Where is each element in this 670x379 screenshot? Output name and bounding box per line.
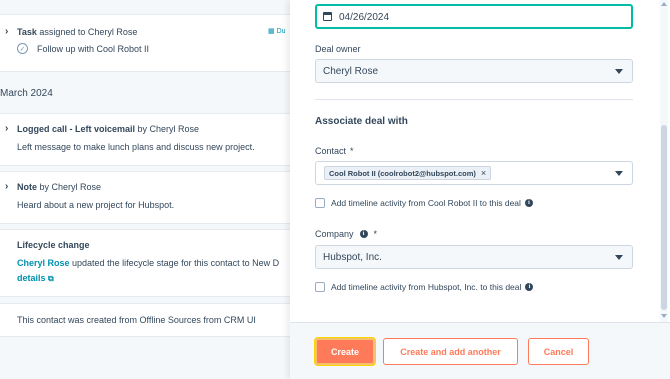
task-card[interactable]: › Task assigned to Cheryl Rose ✓ Follow … (0, 14, 300, 72)
chevron-down-icon (615, 69, 623, 74)
lifecycle-body: updated the lifecycle stage for this con… (69, 258, 280, 268)
panel-scrollbar[interactable] (660, 0, 668, 322)
activity-timeline: › Task assigned to Cheryl Rose ✓ Follow … (0, 0, 300, 379)
panel-form: 04/26/2024 Deal owner Cheryl Rose Associ… (290, 0, 660, 322)
month-header: March 2024 (0, 88, 53, 99)
cancel-button[interactable]: Cancel (528, 338, 589, 365)
lifecycle-card: Lifecycle change Cheryl Rose updated the… (0, 229, 300, 297)
scroll-thumb[interactable] (661, 125, 667, 310)
call-body: Left message to make lunch plans and dis… (17, 142, 255, 152)
call-author: by Cheryl Rose (135, 124, 200, 134)
external-link-icon[interactable]: ⧉ (48, 274, 54, 283)
lifecycle-title: Lifecycle change (17, 240, 90, 250)
task-assignee: assigned to Cheryl Rose (36, 27, 138, 37)
info-icon[interactable]: i (525, 283, 534, 291)
created-card: This contact was created from Offline So… (0, 303, 300, 337)
chevron-right-icon[interactable]: › (5, 123, 8, 134)
info-icon[interactable]: i (524, 199, 533, 207)
divider (315, 99, 633, 100)
company-activity-option[interactable]: Add timeline activity from Hubspot, Inc.… (315, 282, 534, 292)
owner-link[interactable]: Cheryl Rose (17, 258, 70, 268)
task-complete-icon[interactable]: ✓ (17, 43, 28, 54)
panel-footer: Create Create and add another Cancel (290, 322, 670, 379)
remove-icon[interactable]: × (481, 168, 486, 178)
company-label: Company i * (315, 229, 378, 239)
note-title: Note (17, 182, 37, 192)
call-card[interactable]: › Logged call - Left voicemail by Cheryl… (0, 113, 300, 166)
chevron-down-icon (615, 171, 623, 176)
note-card[interactable]: › Note by Cheryl Rose Heard about a new … (0, 171, 300, 224)
chevron-right-icon[interactable]: › (5, 26, 8, 37)
create-and-add-another-button[interactable]: Create and add another (383, 338, 518, 365)
deal-owner-label: Deal owner (315, 44, 361, 54)
create-deal-panel: 04/26/2024 Deal owner Cheryl Rose Associ… (290, 0, 670, 379)
scroll-up-icon[interactable] (661, 2, 667, 6)
task-due-date: ▦ Du (268, 28, 286, 35)
close-date-input[interactable]: 04/26/2024 (315, 4, 633, 29)
info-icon[interactable]: i (359, 230, 368, 238)
company-select[interactable]: Hubspot, Inc. (315, 245, 633, 269)
contact-tag: Cool Robot II (coolrobot2@hubspot.com) × (324, 166, 492, 180)
scroll-down-icon[interactable] (661, 314, 667, 318)
chevron-down-icon (615, 255, 623, 260)
details-link[interactable]: details (17, 273, 46, 283)
chevron-right-icon[interactable]: › (5, 181, 8, 192)
deal-owner-select[interactable]: Cheryl Rose (315, 59, 633, 83)
note-body: Heard about a new project for Hubspot. (17, 200, 175, 210)
contact-activity-option[interactable]: Add timeline activity from Cool Robot II… (315, 198, 533, 208)
create-button[interactable]: Create (315, 338, 375, 365)
contact-label: Contact * (315, 146, 354, 156)
associate-section-title: Associate deal with (315, 116, 408, 127)
note-author: by Cheryl Rose (37, 182, 102, 192)
contact-select[interactable]: Cool Robot II (coolrobot2@hubspot.com) × (315, 161, 633, 185)
call-title: Logged call - Left voicemail (17, 124, 136, 134)
calendar-icon (323, 12, 332, 21)
created-text: This contact was created from Offline So… (17, 315, 256, 325)
task-subject: Follow up with Cool Robot II (37, 44, 150, 54)
company-activity-checkbox[interactable] (315, 282, 325, 292)
contact-activity-checkbox[interactable] (315, 198, 325, 208)
task-label: Task (17, 27, 37, 37)
